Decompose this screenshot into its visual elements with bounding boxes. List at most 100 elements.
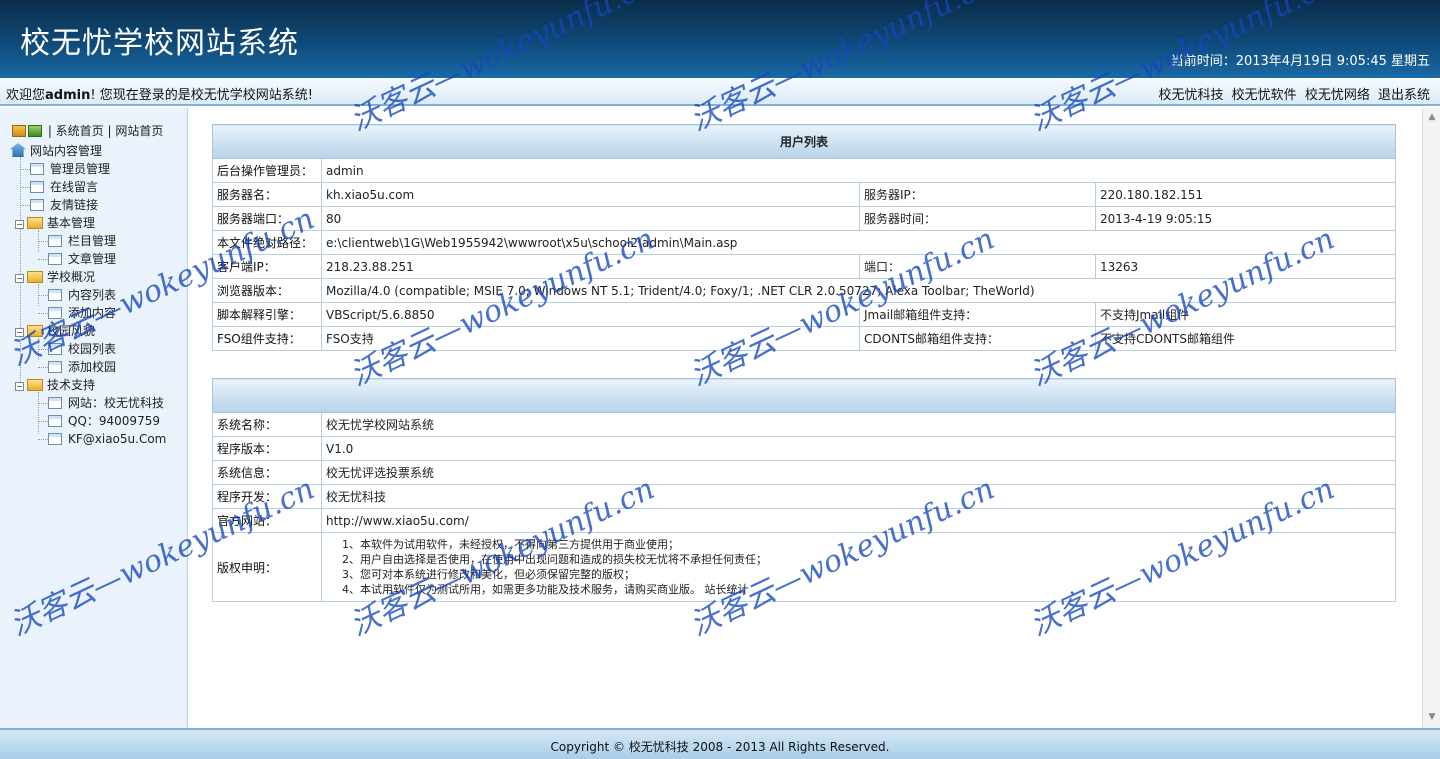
page-header: 校无忧学校网站系统 当前时间：2013年4月19日 9:05:45 星期五 [0,0,1440,78]
clock-display: 当前时间：2013年4月19日 9:05:45 星期五 [1170,54,1430,69]
server-info-table: 用户列表 后台操作管理员： admin 服务器名： kh.xiao5u.com … [212,124,1396,351]
link-xwy-software[interactable]: 校无忧软件 [1232,88,1297,103]
path-label: 本文件绝对路径： [212,230,322,255]
system-home-link[interactable]: 系统首页 [56,124,104,138]
port-label: 端口： [859,254,1096,279]
cdonts-value: 不支持CDONTS邮箱组件 [1095,326,1396,351]
official-site-link[interactable]: http://www.xiao5u.com/ [321,508,1396,533]
link-xwy-network[interactable]: 校无忧网络 [1305,88,1370,103]
welcome-prefix: 欢迎您 [6,88,46,103]
copyright-label: 版权申明： [212,532,322,602]
page-icon [48,307,62,319]
welcome-suffix: ! 您现在登录的是校无忧学校网站系统! [90,88,313,103]
scroll-up-icon[interactable]: ▲ [1426,112,1438,124]
nav-group-basic[interactable]: − 基本管理 [15,214,95,232]
page-icon [48,433,62,445]
page-icon [48,235,62,247]
system-info-value: 校无忧评选投票系统 [321,460,1396,485]
browser-value: Mozilla/4.0 (compatible; MSIE 7.0; Windo… [321,278,1396,303]
logout-link[interactable]: 退出系统 [1378,88,1430,103]
official-site-label: 官方网站： [212,508,322,533]
copyright-line: 2、用户自由选择是否使用，在使用中出现问题和造成的损失校无忧将不承担任何责任； [342,553,767,566]
port-value: 13263 [1095,254,1396,279]
top-links: 校无忧科技 校无忧软件 校无忧网络 退出系统 [1155,84,1430,103]
nav-group-campus[interactable]: − 校园风貌 [15,322,95,340]
page-icon [48,397,62,409]
page-icon [48,253,62,265]
copyright-line: 1、本软件为试用软件，未经授权，不得向第三方提供用于商业使用； [342,538,679,551]
page-icon [30,163,44,175]
folder-icon [27,379,43,391]
developer-label: 程序开发： [212,484,322,509]
add-page-icon [28,125,42,137]
admin-value: admin [321,158,1396,183]
folder-icon [27,217,43,229]
collapse-icon[interactable]: − [15,328,24,337]
server-ip-label: 服务器IP： [859,182,1096,207]
welcome-text: 欢迎您admin! 您现在登录的是校无忧学校网站系统! [6,84,313,103]
version-label: 程序版本： [212,436,322,461]
cdonts-label: CDONTS邮箱组件支持： [859,326,1096,351]
server-name-value: kh.xiao5u.com [321,182,860,207]
nav-group-overview[interactable]: − 学校概况 [15,268,95,286]
server-port-value: 80 [321,206,860,231]
tree-root-label: 网站内容管理 [30,144,103,158]
jmail-label: Jmail邮箱组件支持： [859,302,1096,327]
tree-root[interactable]: 网站内容管理 [10,142,102,160]
fso-label: FSO组件支持： [212,326,322,351]
browser-label: 浏览器版本： [212,278,322,303]
page-icon [48,343,62,355]
copyright-line: 4、本试用软件仅为测试所用，如需更多功能及技术服务，请购买商业版。 站长统计 [342,583,749,596]
nav-friend-links[interactable]: 友情链接 [30,196,98,214]
welcome-bar: 欢迎您admin! 您现在登录的是校无忧学校网站系统! 校无忧科技 校无忧软件 … [0,78,1440,106]
copyright-notice: 1、本软件为试用软件，未经授权，不得向第三方提供用于商业使用； 2、用户自由选择… [321,532,1396,602]
nav-campus-list[interactable]: 校园列表 [48,340,116,358]
server-time-label: 服务器时间： [859,206,1096,231]
scroll-down-icon[interactable]: ▼ [1426,712,1438,724]
folder-icon [27,271,43,283]
page-icon [30,181,44,193]
server-time-value: 2013-4-19 9:05:15 [1095,206,1396,231]
collapse-icon[interactable]: − [15,220,24,229]
nav-admin-manage[interactable]: 管理员管理 [30,160,110,178]
nav-content-list[interactable]: 内容列表 [48,286,116,304]
site-home-link[interactable]: 网站首页 [115,124,163,138]
sidebar: | 系统首页 | 网站首页 网站内容管理 管理员管理 在线留言 友情链接 − 基本… [0,108,188,728]
collapse-icon[interactable]: − [15,274,24,283]
welcome-user: admin [45,88,91,103]
nav-support-qq[interactable]: QQ：94009759 [48,412,160,430]
system-name-label: 系统名称： [212,412,322,437]
system-info-table: 系统名称： 校无忧学校网站系统 程序版本： V1.0 系统信息： 校无忧评选投票… [212,378,1396,602]
nav-column-manage[interactable]: 栏目管理 [48,232,116,250]
system-name-value: 校无忧学校网站系统 [321,412,1396,437]
nav-group-support[interactable]: − 技术支持 [15,376,95,394]
page-icon [48,361,62,373]
page-icon [30,199,44,211]
site-title: 校无忧学校网站系统 [20,26,299,61]
link-xwy-tech[interactable]: 校无忧科技 [1159,88,1224,103]
nav-support-site[interactable]: 网站：校无忧科技 [48,394,164,412]
home-icon [10,143,26,157]
nav-guestbook[interactable]: 在线留言 [30,178,98,196]
copyright-line: 3、您可对本系统进行修改和美化，但必须保留完整的版权； [342,568,635,581]
developer-value: 校无忧科技 [321,484,1396,509]
path-value: e:\clientweb\1G\Web1955942\wwwroot\x5u\s… [321,230,1396,255]
footer-copyright: Copyright © 校无忧科技 2008 - 2013 All Rights… [550,740,890,754]
nav-article-manage[interactable]: 文章管理 [48,250,116,268]
sidebar-top-links: | 系统首页 | 网站首页 [12,122,163,139]
nav-add-campus[interactable]: 添加校园 [48,358,116,376]
client-ip-value: 218.23.88.251 [321,254,860,279]
vertical-scrollbar[interactable]: ▲ ▼ [1422,108,1440,728]
nav-add-content[interactable]: 添加内容 [48,304,116,322]
collapse-icon[interactable]: − [15,382,24,391]
system-table-header [212,378,1396,413]
admin-label: 后台操作管理员： [212,158,322,183]
folder-icon [27,325,43,337]
page-footer: Copyright © 校无忧科技 2008 - 2013 All Rights… [0,728,1440,759]
page-icon [48,289,62,301]
fso-value: FSO支持 [321,326,860,351]
server-port-label: 服务器端口： [212,206,322,231]
nav-support-email[interactable]: KF@xiao5u.Com [48,430,166,448]
server-ip-value: 220.180.182.151 [1095,182,1396,207]
client-ip-label: 客户端IP： [212,254,322,279]
